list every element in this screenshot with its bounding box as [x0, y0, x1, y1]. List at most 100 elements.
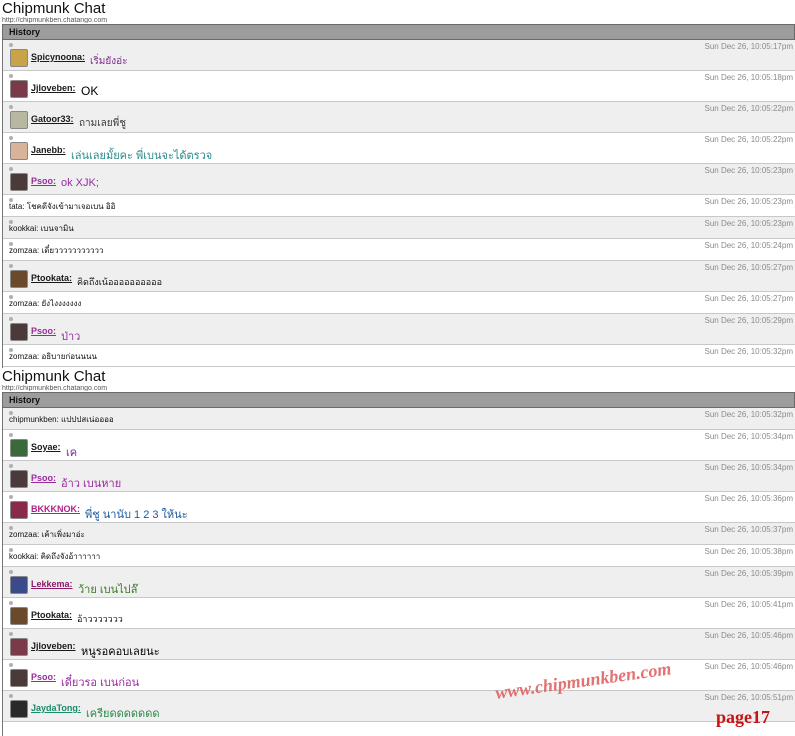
message-text: คิดถึงเน้ออออออออออ — [77, 277, 162, 287]
bullet-icon — [9, 433, 13, 437]
user-avatar[interactable] — [10, 638, 28, 656]
bullet-icon — [9, 601, 13, 605]
message-row: Sun Dec 26, 10:05:46pm Psoo: เดี๋ยวรอ เบนก… — [3, 660, 795, 691]
message-timestamp: Sun Dec 26, 10:05:51pm — [704, 693, 793, 702]
message-text: ว้าย เบนไปล๊ — [78, 584, 138, 596]
user-avatar[interactable] — [10, 669, 28, 687]
username-link[interactable]: Psoo: — [31, 672, 56, 682]
bullet-icon — [9, 105, 13, 109]
message-text: chipmunkben: แปปปสเน่ออออ — [9, 415, 114, 424]
message-row: Sun Dec 26, 10:05:41pm Ptookata: อ้าวววววว… — [3, 598, 795, 629]
bullet-icon — [9, 694, 13, 698]
message-text: zomzaa: เดี๋ยววววววววววว — [9, 246, 104, 255]
username-link[interactable]: Jjloveben: — [31, 641, 76, 651]
user-avatar[interactable] — [10, 80, 28, 98]
message-timestamp: Sun Dec 26, 10:05:18pm — [704, 73, 793, 82]
bullet-icon — [9, 464, 13, 468]
user-avatar[interactable] — [10, 439, 28, 457]
message-row: Sun Dec 26, 10:05:39pm Lekkema: ว้าย เบนไป… — [3, 567, 795, 598]
chat-screenshot-1: Chipmunk Chat http://chipmunkben.chatang… — [0, 0, 795, 368]
message-row: Sun Dec 26, 10:05:24pm zomzaa: เดี๋ยววววว… — [3, 239, 795, 261]
username-link[interactable]: Ptookata: — [31, 610, 72, 620]
message-row: Sun Dec 26, 10:05:27pm Ptookata: คิดถึงเน้… — [3, 261, 795, 292]
message-timestamp: Sun Dec 26, 10:05:17pm — [704, 42, 793, 51]
bullet-icon — [9, 663, 13, 667]
message-text: เค — [66, 447, 78, 459]
message-timestamp: Sun Dec 26, 10:05:34pm — [704, 463, 793, 472]
message-row: Sun Dec 26, 10:05:22pm Gatoor33: ถามเลยพี่… — [3, 102, 795, 133]
username-link[interactable]: Gatoor33: — [31, 114, 74, 124]
app-url[interactable]: http://chipmunkben.chatango.com — [2, 17, 107, 23]
message-text: OK — [81, 84, 99, 98]
username-link[interactable]: Lekkema: — [31, 579, 73, 589]
message-text: kookkai: คิดถึงจังอ้าาาาาา — [9, 552, 101, 561]
message-timestamp: Sun Dec 26, 10:05:46pm — [704, 662, 793, 671]
message-timestamp: Sun Dec 26, 10:05:23pm — [704, 219, 793, 228]
message-text: zomzaa: เค้าเพิ่งมาอ่ะ — [9, 530, 85, 539]
message-row: Sun Dec 26, 10:05:36pm BKKKNOK: พี่ชู นานั… — [3, 492, 795, 523]
message-row: Sun Dec 26, 10:05:23pm kookkai: เบนจามิน — [3, 217, 795, 239]
message-row: Sun Dec 26, 10:05:32pm zomzaa: อธิบายก่อน… — [3, 345, 795, 367]
user-avatar[interactable] — [10, 576, 28, 594]
username-link[interactable]: Psoo: — [31, 176, 56, 186]
message-text: พี่ชู นานับ 1 2 3 ให้นะ — [85, 509, 188, 521]
username-link[interactable]: Soyae: — [31, 442, 61, 452]
username-link[interactable]: BKKKNOK: — [31, 504, 80, 514]
message-list[interactable]: Sun Dec 26, 10:05:17pm Spicynoona: เริ่มยั… — [2, 40, 795, 368]
message-row: Sun Dec 26, 10:05:17pm Spicynoona: เริ่มยั… — [3, 40, 795, 71]
message-timestamp: Sun Dec 26, 10:05:34pm — [704, 432, 793, 441]
user-avatar[interactable] — [10, 270, 28, 288]
username-link[interactable]: Janebb: — [31, 145, 66, 155]
message-row: Sun Dec 26, 10:05:18pm Jjloveben: OK — [3, 71, 795, 102]
message-list[interactable]: Sun Dec 26, 10:05:32pm chipmunkben: แปปปส… — [2, 408, 795, 736]
app-title: Chipmunk Chat — [2, 368, 106, 385]
username-link[interactable]: Ptookata: — [31, 273, 72, 283]
message-text: เดี๋ยวรอ เบนก่อน — [61, 677, 140, 689]
message-row: Sun Dec 26, 10:05:27pm zomzaa: ยังไงงงงงง… — [3, 292, 795, 314]
username-link[interactable]: Spicynoona: — [31, 52, 85, 62]
message-text: ป่าว — [61, 331, 81, 343]
message-text: อ้าว เบนหาย — [61, 478, 122, 490]
message-row: Sun Dec 26, 10:05:37pm zomzaa: เค้าเพิ่งม… — [3, 523, 795, 545]
user-avatar[interactable] — [10, 501, 28, 519]
bullet-icon — [9, 264, 13, 268]
username-link[interactable]: JaydaTong: — [31, 703, 81, 713]
history-header: History — [2, 24, 795, 40]
app-title: Chipmunk Chat — [2, 0, 106, 17]
message-timestamp: Sun Dec 26, 10:05:37pm — [704, 525, 793, 534]
message-text: ถามเลยพี่ชู — [79, 118, 127, 129]
bullet-icon — [9, 74, 13, 78]
user-avatar[interactable] — [10, 607, 28, 625]
message-text: เริ่มยังอ่ะ — [90, 56, 128, 67]
user-avatar[interactable] — [10, 173, 28, 191]
user-avatar[interactable] — [10, 49, 28, 67]
username-link[interactable]: Psoo: — [31, 326, 56, 336]
user-avatar[interactable] — [10, 111, 28, 129]
message-row: Sun Dec 26, 10:05:34pm Psoo: อ้าว เบนหาย — [3, 461, 795, 492]
app-url[interactable]: http://chipmunkben.chatango.com — [2, 385, 107, 391]
user-avatar[interactable] — [10, 700, 28, 718]
message-timestamp: Sun Dec 26, 10:05:32pm — [704, 347, 793, 356]
message-timestamp: Sun Dec 26, 10:05:24pm — [704, 241, 793, 250]
message-timestamp: Sun Dec 26, 10:05:36pm — [704, 494, 793, 503]
bullet-icon — [9, 632, 13, 636]
user-avatar[interactable] — [10, 323, 28, 341]
username-link[interactable]: Jjloveben: — [31, 83, 76, 93]
message-row: Sun Dec 26, 10:05:22pm Janebb: เล่นเลยมั้ย… — [3, 133, 795, 164]
message-text: หนูรอคอบเลยนะ — [81, 646, 160, 658]
message-row: Sun Dec 26, 10:05:46pm Jjloveben: หนูรอคอบ… — [3, 629, 795, 660]
message-row: Sun Dec 26, 10:05:29pm Psoo: ป่าว — [3, 314, 795, 345]
bullet-icon — [9, 167, 13, 171]
message-row: Sun Dec 26, 10:05:32pm chipmunkben: แปปปส… — [3, 408, 795, 430]
message-timestamp: Sun Dec 26, 10:05:32pm — [704, 410, 793, 419]
bullet-icon — [9, 570, 13, 574]
message-timestamp: Sun Dec 26, 10:05:27pm — [704, 263, 793, 272]
username-link[interactable]: Psoo: — [31, 473, 56, 483]
message-text: zomzaa: อธิบายก่อนนนน — [9, 352, 97, 361]
message-timestamp: Sun Dec 26, 10:05:41pm — [704, 600, 793, 609]
user-avatar[interactable] — [10, 470, 28, 488]
message-timestamp: Sun Dec 26, 10:05:29pm — [704, 316, 793, 325]
message-timestamp: Sun Dec 26, 10:05:46pm — [704, 631, 793, 640]
user-avatar[interactable] — [10, 142, 28, 160]
message-timestamp: Sun Dec 26, 10:05:38pm — [704, 547, 793, 556]
